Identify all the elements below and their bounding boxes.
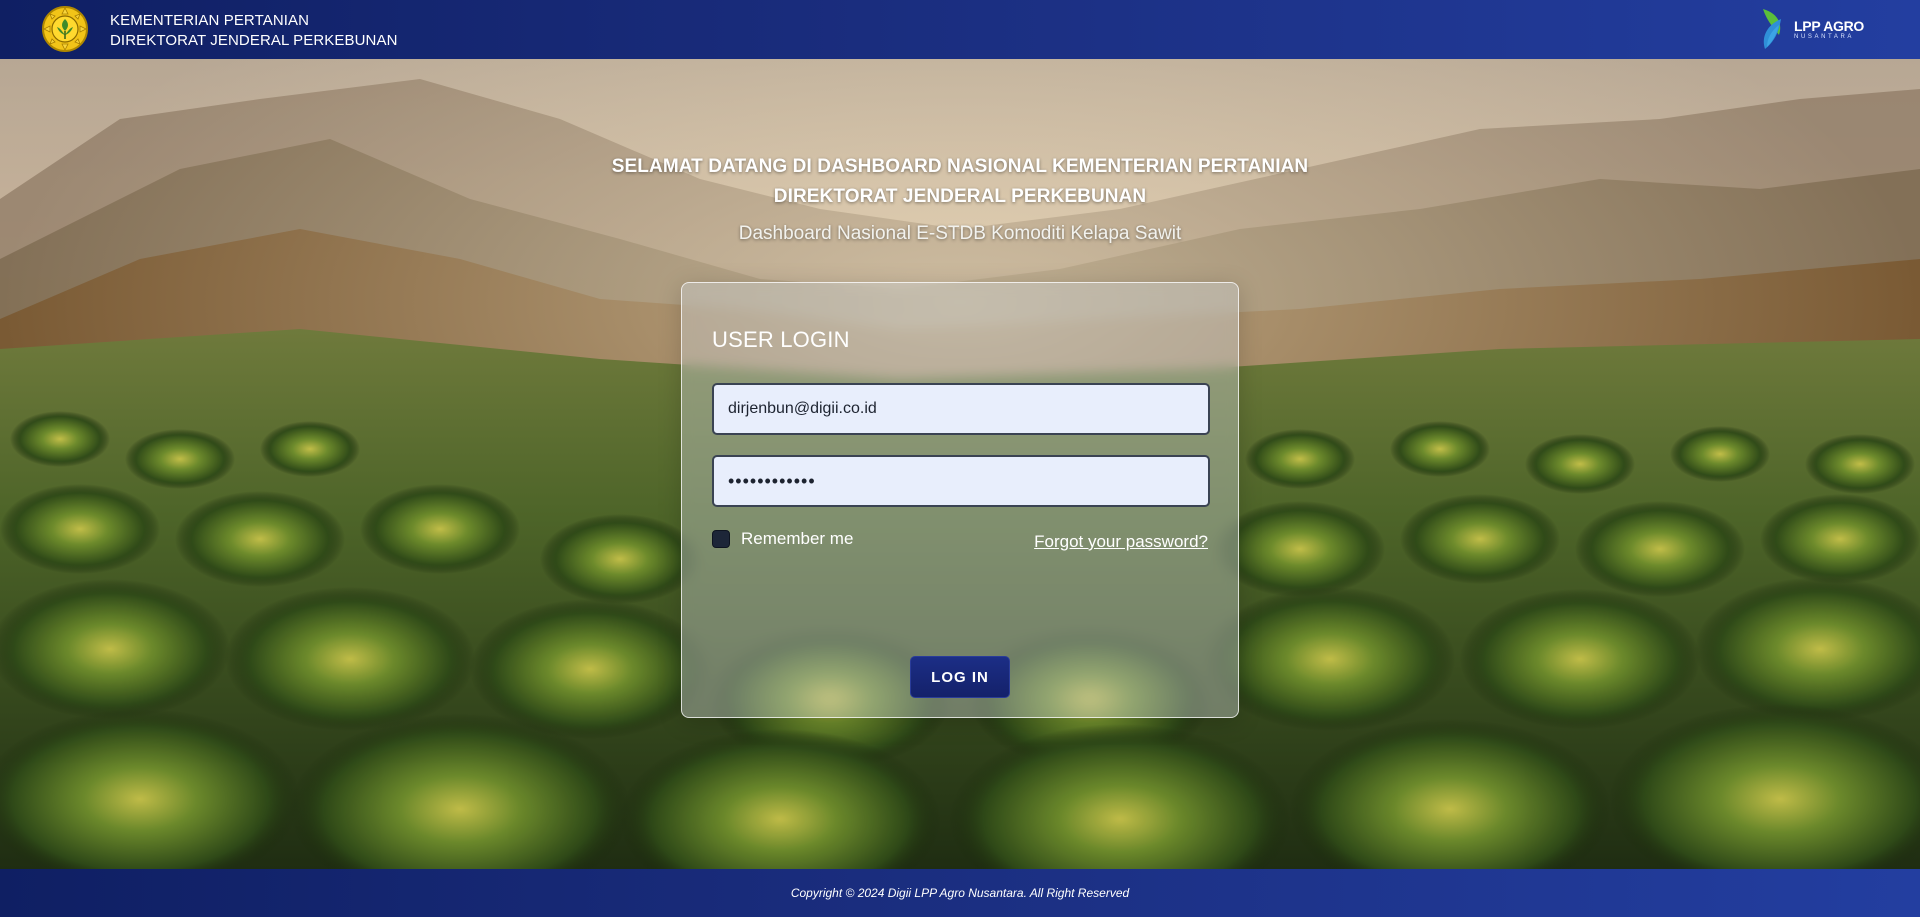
welcome-subtitle: Dashboard Nasional E-STDB Komoditi Kelap… — [738, 223, 1182, 244]
ministry-line-2: DIREKTORAT JENDERAL PERKEBUNAN — [110, 32, 398, 49]
login-card: USER LOGIN Remember me Forgot your passw… — [681, 282, 1239, 718]
brand-name: LPP AGRO — [1794, 18, 1864, 34]
brand-logo: LPP AGRO NUSANTARA — [1759, 7, 1864, 53]
email-field[interactable] — [712, 383, 1210, 435]
copyright-text: Copyright © 2024 Digii LPP Agro Nusantar… — [790, 886, 1130, 900]
password-field[interactable] — [712, 455, 1210, 507]
ministry-line-1: KEMENTERIAN PERTANIAN — [110, 12, 310, 29]
remember-me-toggle[interactable]: Remember me — [712, 529, 853, 549]
welcome-title-line-1: SELAMAT DATANG DI DASHBOARD NASIONAL KEM… — [611, 156, 1309, 177]
brand-tagline: NUSANTARA — [1794, 34, 1855, 40]
lpp-agro-leaf-icon — [1759, 5, 1791, 56]
ministry-emblem-icon — [41, 5, 89, 53]
top-header: KEMENTERIAN PERTANIAN DIREKTORAT JENDERA… — [0, 0, 1920, 59]
ministry-name: KEMENTERIAN PERTANIAN DIREKTORAT JENDERA… — [110, 11, 398, 51]
remember-me-checkbox[interactable] — [712, 530, 730, 548]
welcome-title-line-2: DIREKTORAT JENDERAL PERKEBUNAN — [773, 186, 1147, 207]
remember-me-label: Remember me — [741, 529, 854, 548]
login-title: USER LOGIN — [712, 327, 850, 352]
login-button[interactable]: LOG IN — [910, 656, 1010, 698]
welcome-section: SELAMAT DATANG DI DASHBOARD NASIONAL KEM… — [0, 152, 1920, 246]
forgot-password-link[interactable]: Forgot your password? — [1034, 532, 1208, 552]
footer: Copyright © 2024 Digii LPP Agro Nusantar… — [0, 869, 1920, 917]
